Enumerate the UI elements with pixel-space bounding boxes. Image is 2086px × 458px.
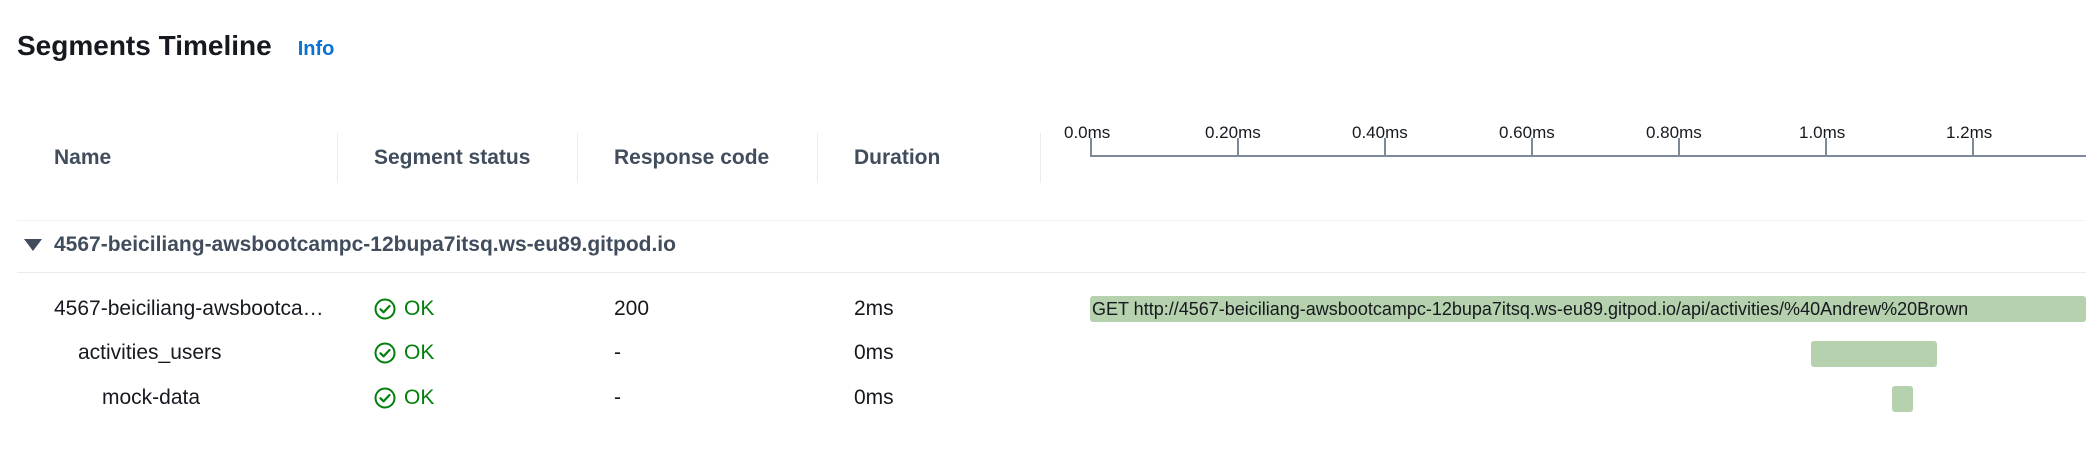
- column-header-status[interactable]: Segment status: [374, 146, 530, 170]
- page-title: Segments Timeline: [17, 30, 272, 61]
- response-code: -: [614, 341, 621, 364]
- timeline-bar[interactable]: [1892, 386, 1913, 412]
- segment-status: OK: [374, 378, 434, 418]
- segment-name: 4567-beiciliang-awsbootcampc-12bupa7itsq…: [54, 297, 332, 320]
- axis-tick-label: 0.20ms: [1205, 123, 1261, 142]
- response-code: 200: [614, 297, 650, 320]
- trace-group-label: 4567-beiciliang-awsbootcampc-12bupa7itsq…: [54, 233, 676, 256]
- axis-tick-label: 0.0ms: [1064, 123, 1111, 142]
- check-circle-icon: [374, 342, 396, 364]
- column-divider[interactable]: [1040, 133, 1041, 183]
- segment-status: OK: [374, 333, 434, 373]
- segment-status: OK: [374, 289, 434, 329]
- timeline-bar-label: GET http://4567-beiciliang-awsbootcampc-…: [1092, 299, 1969, 319]
- duration: 2ms: [854, 297, 894, 320]
- axis-tick-label: 0.80ms: [1646, 123, 1702, 142]
- status-label: OK: [404, 386, 435, 409]
- check-circle-icon: [374, 298, 396, 320]
- column-header-name[interactable]: Name: [54, 146, 111, 170]
- status-label: OK: [404, 341, 435, 364]
- column-header-response-code[interactable]: Response code: [614, 146, 769, 170]
- status-label: OK: [404, 297, 435, 320]
- segment-row[interactable]: activities_users OK - 0ms: [0, 333, 2086, 373]
- axis-tick-label: 1.2ms: [1946, 123, 1993, 142]
- trace-group-toggle[interactable]: 4567-beiciliang-awsbootcampc-12bupa7itsq…: [17, 233, 676, 257]
- segment-name: activities_users: [78, 341, 222, 364]
- duration: 0ms: [854, 386, 894, 409]
- response-code: -: [614, 386, 621, 409]
- segment-row[interactable]: mock-data OK - 0ms: [0, 378, 2086, 418]
- timeline-bar[interactable]: [1811, 341, 1937, 367]
- duration: 0ms: [854, 341, 894, 364]
- panel-header: Segments Timeline Info: [17, 30, 334, 62]
- check-circle-icon: [374, 387, 396, 409]
- caret-down-icon[interactable]: [24, 239, 42, 251]
- group-divider: [17, 272, 2086, 273]
- axis-line: [1090, 155, 2086, 157]
- column-divider[interactable]: [817, 133, 818, 183]
- segment-row[interactable]: 4567-beiciliang-awsbootcampc-12bupa7itsq…: [0, 289, 2086, 329]
- axis-tick-label: 0.40ms: [1352, 123, 1408, 142]
- axis-tick-label: 1.0ms: [1799, 123, 1846, 142]
- timeline-axis: 0.0ms 0.20ms 0.40ms 0.60ms 0.80ms 1.0ms …: [1064, 123, 2086, 158]
- axis-tick-label: 0.60ms: [1499, 123, 1555, 142]
- column-header-duration[interactable]: Duration: [854, 146, 940, 170]
- column-divider[interactable]: [577, 133, 578, 183]
- segment-name: mock-data: [102, 386, 201, 409]
- column-divider[interactable]: [337, 133, 338, 183]
- header-divider: [17, 220, 2086, 221]
- timeline-bar[interactable]: GET http://4567-beiciliang-awsbootcampc-…: [1090, 296, 2086, 322]
- info-link[interactable]: Info: [298, 38, 335, 61]
